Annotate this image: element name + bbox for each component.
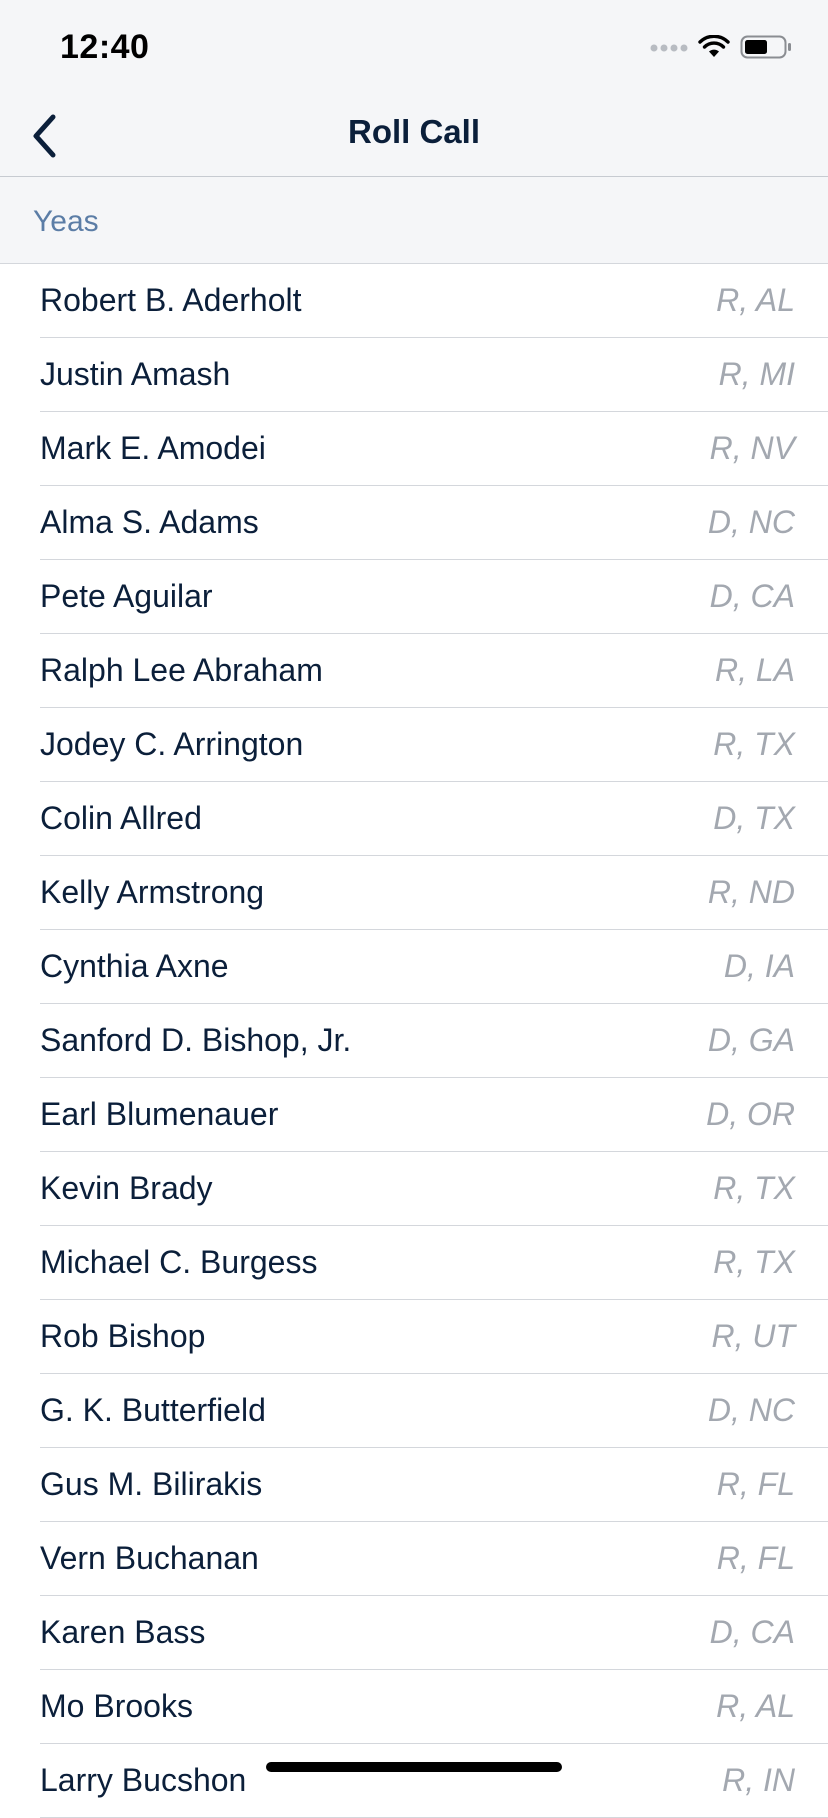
member-party-state: D, NC xyxy=(707,504,795,540)
member-party-state: D, TX xyxy=(713,800,795,836)
member-party-state: D, GA xyxy=(707,1022,795,1058)
list-item[interactable]: Ralph Lee Abraham R, LA xyxy=(0,634,828,708)
member-party-state: D, OR xyxy=(706,1096,795,1132)
member-name: Colin Allred xyxy=(40,800,202,836)
member-party-state: D, CA xyxy=(709,1614,795,1650)
section-header-yeas: Yeas xyxy=(0,177,828,264)
status-icons xyxy=(650,34,792,64)
page-title: Roll Call xyxy=(347,113,481,150)
wifi-icon xyxy=(698,34,730,64)
member-party-state: R, ND xyxy=(707,874,795,910)
member-name: Mo Brooks xyxy=(40,1688,193,1724)
member-party-state: D, NC xyxy=(707,1392,795,1428)
member-name: Cynthia Axne xyxy=(40,948,229,984)
member-name: Sanford D. Bishop, Jr. xyxy=(40,1022,352,1058)
member-party-state: R, TX xyxy=(713,1170,795,1206)
navigation-bar: Roll Call xyxy=(0,100,828,177)
member-name: Michael C. Burgess xyxy=(40,1244,318,1280)
list-item[interactable]: Vern Buchanan R, FL xyxy=(0,1522,828,1596)
list-item[interactable]: Kevin Brady R, TX xyxy=(0,1152,828,1226)
member-party-state: D, IA xyxy=(723,948,795,984)
list-item[interactable]: Pete Aguilar D, CA xyxy=(0,560,828,634)
member-name: Ralph Lee Abraham xyxy=(40,652,323,688)
list-item[interactable]: Mo Brooks R, AL xyxy=(0,1670,828,1744)
member-name: Karen Bass xyxy=(40,1614,206,1650)
list-item[interactable]: Mark E. Amodei R, NV xyxy=(0,412,828,486)
list-item[interactable]: Alma S. Adams D, NC xyxy=(0,486,828,560)
member-party-state: D, CA xyxy=(709,578,795,614)
home-indicator[interactable] xyxy=(266,1762,562,1772)
member-party-state: R, FL xyxy=(716,1466,795,1502)
list-item[interactable]: Earl Blumenauer D, OR xyxy=(0,1078,828,1152)
battery-icon xyxy=(740,34,792,65)
member-party-state: R, MI xyxy=(718,356,795,392)
list-item[interactable]: Justin Amash R, MI xyxy=(0,338,828,412)
status-time: 12:40 xyxy=(60,28,150,66)
list-item[interactable]: Gus M. Bilirakis R, FL xyxy=(0,1448,828,1522)
member-name: Earl Blumenauer xyxy=(40,1096,279,1132)
member-party-state: R, AL xyxy=(716,282,795,318)
list-item[interactable]: Larry Bucshon R, IN xyxy=(0,1744,828,1818)
list-item[interactable]: Michael C. Burgess R, TX xyxy=(0,1226,828,1300)
member-name: Gus M. Bilirakis xyxy=(40,1466,263,1502)
list-item[interactable]: Jodey C. Arrington R, TX xyxy=(0,708,828,782)
member-party-state: R, FL xyxy=(716,1540,795,1576)
member-name: Kelly Armstrong xyxy=(40,874,265,910)
member-party-state: R, LA xyxy=(714,652,795,688)
list-item[interactable]: Sanford D. Bishop, Jr. D, GA xyxy=(0,1004,828,1078)
list-item[interactable]: Robert B. Aderholt R, AL xyxy=(0,264,828,338)
member-name: Mark E. Amodei xyxy=(40,430,266,466)
member-name: Jodey C. Arrington xyxy=(40,726,304,762)
status-bar: 12:40 xyxy=(0,0,828,100)
member-list: Robert B. Aderholt R, AL Justin Amash R, MI… xyxy=(0,264,828,1818)
member-party-state: R, NV xyxy=(709,430,795,466)
member-party-state: R, TX xyxy=(713,1244,795,1280)
member-name: Rob Bishop xyxy=(40,1318,206,1354)
member-name: Larry Bucshon xyxy=(40,1762,247,1798)
member-party-state: R, IN xyxy=(722,1762,795,1798)
member-name: Justin Amash xyxy=(40,356,231,392)
list-item[interactable]: Colin Allred D, TX xyxy=(0,782,828,856)
signal-dots-icon xyxy=(650,40,688,58)
member-name: G. K. Butterfield xyxy=(40,1392,266,1428)
list-item[interactable]: Cynthia Axne D, IA xyxy=(0,930,828,1004)
member-name: Pete Aguilar xyxy=(40,578,213,614)
member-name: Vern Buchanan xyxy=(40,1540,259,1576)
member-party-state: R, UT xyxy=(711,1318,795,1354)
list-item[interactable]: Rob Bishop R, UT xyxy=(0,1300,828,1374)
list-item[interactable]: G. K. Butterfield D, NC xyxy=(0,1374,828,1448)
member-party-state: R, TX xyxy=(713,726,795,762)
member-name: Alma S. Adams xyxy=(40,504,259,540)
list-item[interactable]: Kelly Armstrong R, ND xyxy=(0,856,828,930)
member-party-state: R, AL xyxy=(716,1688,795,1724)
section-label: Yeas xyxy=(33,205,99,238)
member-name: Kevin Brady xyxy=(40,1170,213,1206)
list-item[interactable]: Karen Bass D, CA xyxy=(0,1596,828,1670)
member-name: Robert B. Aderholt xyxy=(40,282,302,318)
